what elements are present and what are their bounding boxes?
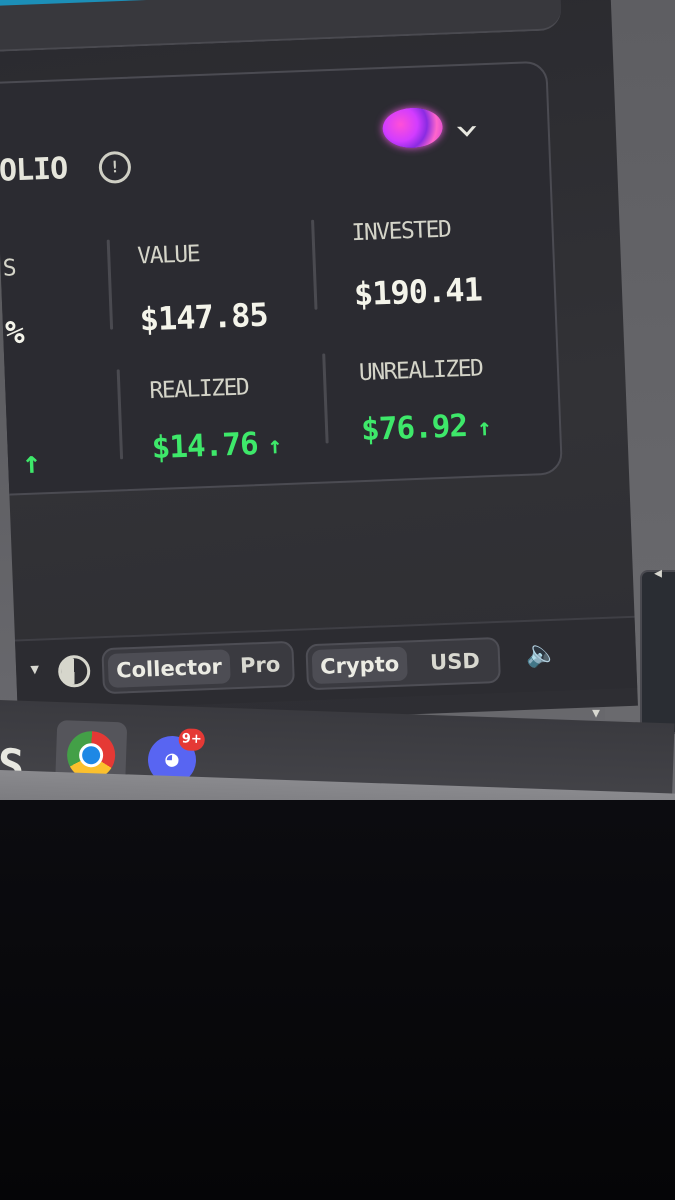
avatar[interactable] <box>381 106 444 150</box>
unrealized-value: $76.92 <box>360 408 468 449</box>
partial-left-value: % <box>4 312 25 352</box>
header-accent <box>0 0 171 6</box>
divider <box>106 239 114 330</box>
realized-label: REALIZED <box>149 374 249 405</box>
partial-left-arrow: ↑ <box>21 444 41 482</box>
portfolio-title: OLIO <box>0 151 68 189</box>
up-arrow-icon: ↑ <box>476 413 492 442</box>
screen: OLIO ! ⌄ S % ↑ VALUE $147.85 INVESTED $1… <box>0 0 638 730</box>
adjacent-window <box>640 570 675 734</box>
up-arrow-icon: ↑ <box>267 431 282 460</box>
contrast-icon[interactable] <box>57 654 91 688</box>
currency-toggle: Crypto USD <box>305 636 501 691</box>
divider <box>311 219 318 310</box>
realized-amount: $14.76 ↑ <box>151 425 282 466</box>
desk-background <box>0 800 675 1200</box>
info-icon[interactable]: ! <box>98 150 132 184</box>
bottom-toolbar: ▾ Collector Pro Crypto USD 🔈 <box>14 615 638 712</box>
partial-dropdown-icon[interactable]: ▾ <box>28 657 42 682</box>
partial-left-label: S <box>2 255 16 282</box>
left-arrow-icon[interactable]: ◂ <box>652 560 664 584</box>
mode-toggle: Collector Pro <box>101 640 295 695</box>
currency-crypto-button[interactable]: Crypto <box>311 646 408 685</box>
volume-icon[interactable]: 🔈 <box>525 639 559 670</box>
divider <box>322 353 329 444</box>
currency-usd-button[interactable]: USD <box>421 643 488 679</box>
mode-pro-button[interactable]: Pro <box>231 647 288 683</box>
value-amount: $147.85 <box>139 295 269 339</box>
unrealized-amount: $76.92 ↑ <box>360 407 491 448</box>
value-label: VALUE <box>136 241 200 270</box>
divider <box>116 369 124 460</box>
mode-collector-button[interactable]: Collector <box>107 649 231 688</box>
invested-amount: $190.41 <box>353 270 483 314</box>
invested-label: INVESTED <box>351 216 451 247</box>
portfolio-card: OLIO ! ⌄ S % ↑ VALUE $147.85 INVESTED $1… <box>0 60 564 498</box>
header-bar <box>0 0 562 52</box>
realized-value: $14.76 <box>151 426 259 467</box>
unrealized-label: UNREALIZED <box>358 355 483 387</box>
notification-badge: 9+ <box>178 728 206 752</box>
chevron-down-icon[interactable]: ⌄ <box>453 105 480 141</box>
